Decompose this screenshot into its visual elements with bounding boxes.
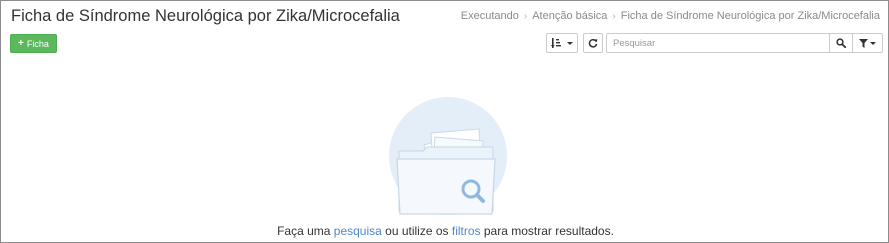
empty-state-message: Faça uma pesquisa ou utilize os filtros … (1, 224, 889, 238)
sort-icon (551, 38, 561, 48)
breadcrumb-separator-icon: › (523, 10, 528, 22)
breadcrumb-item-executando[interactable]: Executando (461, 10, 519, 22)
search-icon (836, 38, 846, 48)
breadcrumb-separator-icon: › (612, 10, 616, 22)
add-ficha-label: Ficha (26, 38, 49, 49)
chevron-down-icon (567, 41, 573, 45)
page-title: Ficha de Síndrome Neurológica por Zika/M… (11, 7, 400, 25)
plus-icon: + (18, 38, 24, 49)
app-frame: Ficha de Síndrome Neurológica por Zika/M… (0, 0, 889, 243)
search-input[interactable] (607, 34, 829, 52)
search-link[interactable]: pesquisa (334, 224, 382, 238)
breadcrumb: Executando › Atenção básica › Ficha de S… (461, 10, 880, 22)
chevron-down-icon (870, 41, 876, 45)
search-box (606, 33, 883, 53)
filters-link[interactable]: filtros (452, 224, 481, 238)
empty-text-middle: ou utilize os (381, 224, 452, 238)
breadcrumb-item-atencao-basica[interactable]: Atenção básica (532, 10, 607, 22)
breadcrumb-item-current: Ficha de Síndrome Neurológica por Zika/M… (620, 10, 880, 22)
refresh-button[interactable] (583, 33, 603, 53)
sort-button[interactable] (546, 33, 578, 53)
refresh-icon (588, 39, 598, 48)
add-ficha-button[interactable]: + Ficha (10, 34, 57, 53)
filter-icon (859, 38, 868, 48)
empty-text-after: para mostrar resultados. (480, 224, 614, 238)
search-button[interactable] (829, 34, 852, 52)
empty-text-before: Faça uma (277, 224, 334, 238)
filter-button[interactable] (852, 34, 882, 52)
empty-folder-icon (389, 97, 507, 215)
